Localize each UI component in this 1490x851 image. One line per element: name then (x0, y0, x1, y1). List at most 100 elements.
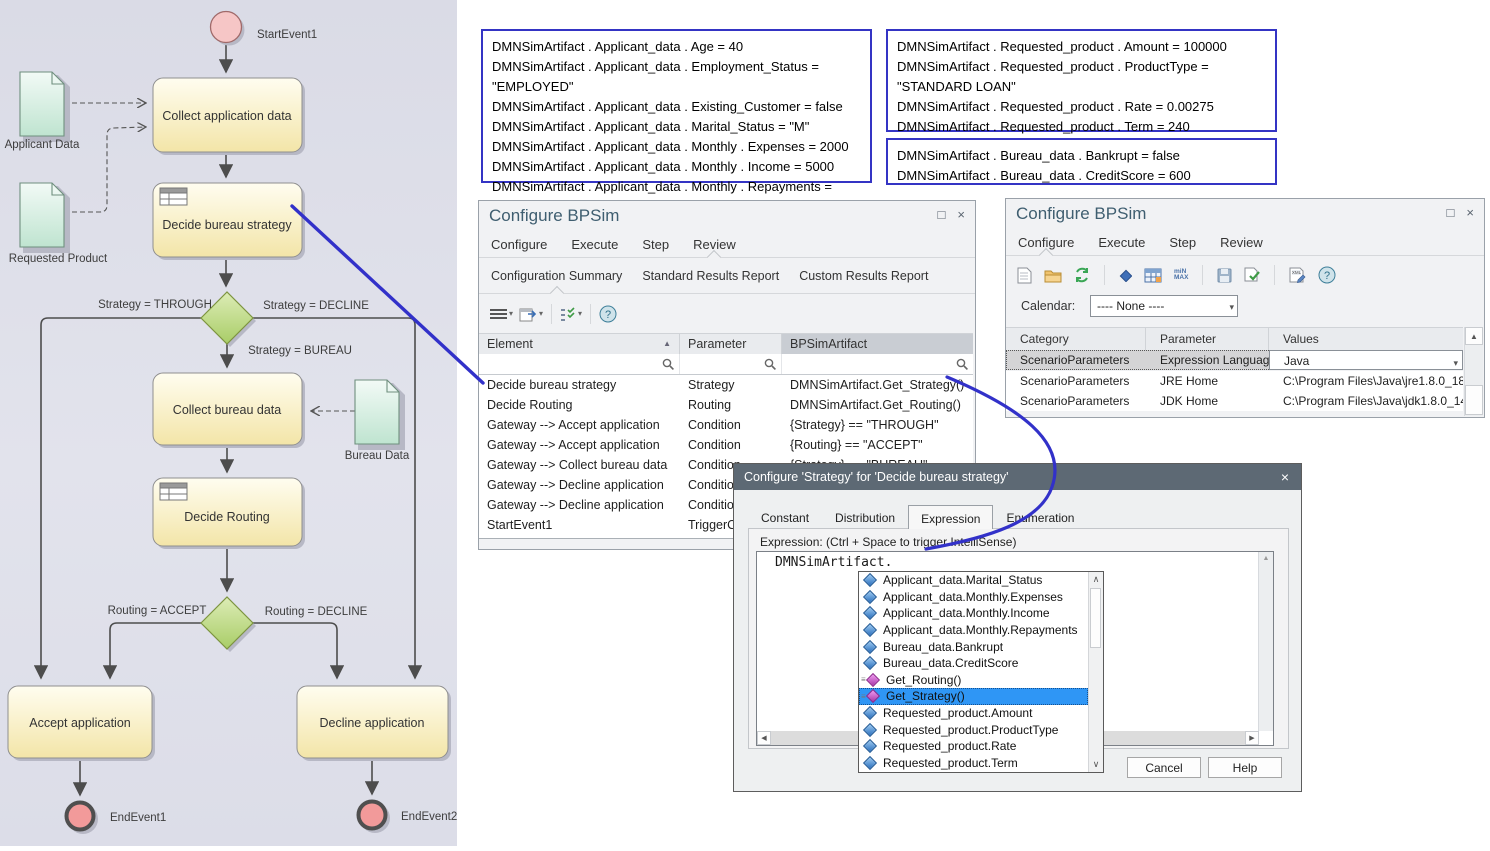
note-line: DMNSimArtifact . Applicant_data . Monthl… (492, 137, 861, 157)
tab-configuration-summary[interactable]: Configuration Summary (491, 258, 622, 293)
intellisense-item[interactable]: Bureau_data.CreditScore (859, 655, 1088, 672)
flow-labels: Strategy = THROUGH Strategy = DECLINE St… (98, 299, 369, 618)
start-event-node[interactable] (211, 12, 245, 46)
scroll-right-icon[interactable]: ▶ (1245, 731, 1259, 745)
intellisense-item[interactable]: Requested_product.ProductType (859, 721, 1088, 738)
column-header-parameter[interactable]: Parameter (680, 334, 782, 354)
intellisense-item[interactable]: Requested_product.Term (859, 755, 1088, 772)
scroll-up-icon[interactable]: ▲ (1465, 327, 1483, 345)
scrollbar-thumb[interactable] (1090, 588, 1101, 648)
end-event-2-node[interactable] (359, 802, 391, 834)
table-row[interactable]: Gateway --> Accept applicationCondition{… (479, 435, 973, 455)
cancel-button[interactable]: Cancel (1127, 757, 1201, 778)
end-event-1-node[interactable] (67, 803, 99, 835)
menu-review[interactable]: Review (1220, 229, 1263, 255)
open-folder-icon[interactable] (1041, 263, 1065, 287)
tab-distribution[interactable]: Distribution (822, 506, 908, 528)
close-icon[interactable]: × (1466, 206, 1474, 219)
close-icon[interactable]: × (1281, 469, 1289, 485)
menu-execute[interactable]: Execute (571, 231, 618, 257)
note-line: DMNSimArtifact . Requested_product . Amo… (897, 37, 1266, 57)
expression-text[interactable]: DMNSimArtifact. (775, 555, 892, 570)
intellisense-item[interactable]: Bureau_data.Bankrupt (859, 638, 1088, 655)
menu-review[interactable]: Review (693, 231, 736, 257)
min-max-icon[interactable]: miNMAX (1171, 263, 1191, 287)
maximize-icon[interactable]: □ (1447, 206, 1455, 219)
menu-step[interactable]: Step (1169, 229, 1196, 255)
menu-configure[interactable]: Configure (491, 231, 547, 257)
search-icon (764, 358, 776, 370)
table-row-selected[interactable]: ScenarioParameters Expression Language J… (1006, 350, 1463, 370)
close-icon[interactable]: × (957, 208, 965, 221)
applicant-data-artifact[interactable] (20, 72, 70, 142)
table-row[interactable]: Gateway --> Accept applicationCondition{… (479, 415, 973, 435)
requested-product-label: Requested Product (9, 253, 108, 265)
scroll-up-icon[interactable]: ▲ (1259, 552, 1273, 562)
tab-expression[interactable]: Expression (908, 505, 993, 529)
intellisense-scrollbar[interactable]: ∧ ∨ (1088, 572, 1103, 772)
menu-execute[interactable]: Execute (1098, 229, 1145, 255)
scroll-down-icon[interactable]: ∨ (1089, 759, 1103, 770)
table-row[interactable]: ScenarioParameters JRE Home C:\Program F… (1006, 371, 1463, 391)
intellisense-item[interactable]: Applicant_data.Monthly.Expenses (859, 589, 1088, 606)
new-file-icon[interactable] (1014, 263, 1035, 287)
summary-view-icon[interactable]: ▾ (516, 302, 546, 326)
gateway-routing[interactable] (201, 597, 256, 652)
column-header-element[interactable]: Element ▲ (479, 334, 680, 354)
intellisense-item[interactable]: Applicant_data.Marital_Status (859, 572, 1088, 589)
vertical-scrollbar[interactable]: ▲ (1464, 327, 1483, 416)
intellisense-item[interactable]: Requested_product.Rate (859, 738, 1088, 755)
field-icon (863, 623, 877, 637)
table-row[interactable]: Decide RoutingRoutingDMNSimArtifact.Get_… (479, 395, 973, 415)
intellisense-item[interactable]: Applicant_data.Monthly.Income (859, 605, 1088, 622)
artifact-gem-icon[interactable] (1116, 263, 1135, 287)
configure-bpsim-dialog-configure: Configure BPSim □ × Configure Execute St… (1005, 198, 1485, 418)
editor-vscrollbar[interactable]: ▲ (1258, 552, 1273, 731)
menu-configure[interactable]: Configure (1018, 229, 1074, 255)
method-icon (866, 673, 880, 687)
table-grid-icon[interactable] (1141, 263, 1165, 287)
field-icon (863, 590, 877, 604)
filter-cell-bpsimartifact[interactable] (782, 354, 973, 374)
column-header-category[interactable]: Category (1006, 328, 1146, 350)
filter-checklist-icon[interactable]: ▾ (557, 302, 585, 326)
value-combo[interactable]: Java ▾ (1269, 350, 1463, 370)
column-header-values[interactable]: Values (1269, 328, 1463, 350)
tab-custom-results-report[interactable]: Custom Results Report (799, 258, 928, 293)
chevron-down-icon: ▾ (578, 309, 582, 318)
calendar-select[interactable]: ---- None ---- ▾ (1090, 295, 1238, 317)
maximize-icon[interactable]: □ (938, 208, 946, 221)
column-header-parameter[interactable]: Parameter (1146, 328, 1269, 350)
tab-enumeration[interactable]: Enumeration (993, 506, 1087, 528)
column-header-bpsimartifact[interactable]: BPSimArtifact (782, 334, 973, 354)
flow-label-strategy-decline: Strategy = DECLINE (263, 300, 369, 312)
bureau-data-artifact[interactable] (355, 380, 405, 450)
bureau-data-note: DMNSimArtifact . Bureau_data . Bankrupt … (886, 138, 1277, 185)
help-button[interactable]: Help (1208, 757, 1282, 778)
scroll-up-icon[interactable]: ∧ (1089, 574, 1103, 585)
xml-edit-icon[interactable]: XML (1286, 263, 1309, 287)
intellisense-item[interactable]: ≡Get_Routing() (859, 672, 1088, 689)
intellisense-item[interactable]: Requested_product.Amount (859, 705, 1088, 722)
intellisense-item-selected[interactable]: ≡Get_Strategy() (859, 688, 1088, 705)
scroll-left-icon[interactable]: ◀ (757, 731, 771, 745)
tab-standard-results-report[interactable]: Standard Results Report (642, 258, 779, 293)
note-line: DMNSimArtifact . Applicant_data . Marita… (492, 117, 861, 137)
help-icon[interactable]: ? (596, 302, 620, 326)
refresh-icon[interactable] (1071, 263, 1093, 287)
save-icon[interactable] (1214, 263, 1235, 287)
scrollbar-thumb[interactable] (1465, 385, 1483, 415)
filter-cell-parameter[interactable] (680, 354, 782, 374)
intellisense-item[interactable]: Applicant_data.Monthly.Repayments (859, 622, 1088, 639)
help-icon[interactable]: ? (1315, 263, 1339, 287)
table-row[interactable]: Decide bureau strategyStrategyDMNSimArti… (479, 375, 973, 395)
field-icon (863, 573, 877, 587)
table-row[interactable]: ScenarioParameters JDK Home C:\Program F… (1006, 391, 1463, 411)
hamburger-menu-icon[interactable]: ▾ (487, 302, 516, 326)
calendar-label: Calendar: (1021, 299, 1075, 313)
filter-cell-element[interactable] (479, 354, 680, 374)
requested-product-artifact[interactable] (20, 183, 70, 253)
validate-icon[interactable] (1241, 263, 1263, 287)
menu-step[interactable]: Step (642, 231, 669, 257)
tab-constant[interactable]: Constant (748, 506, 822, 528)
